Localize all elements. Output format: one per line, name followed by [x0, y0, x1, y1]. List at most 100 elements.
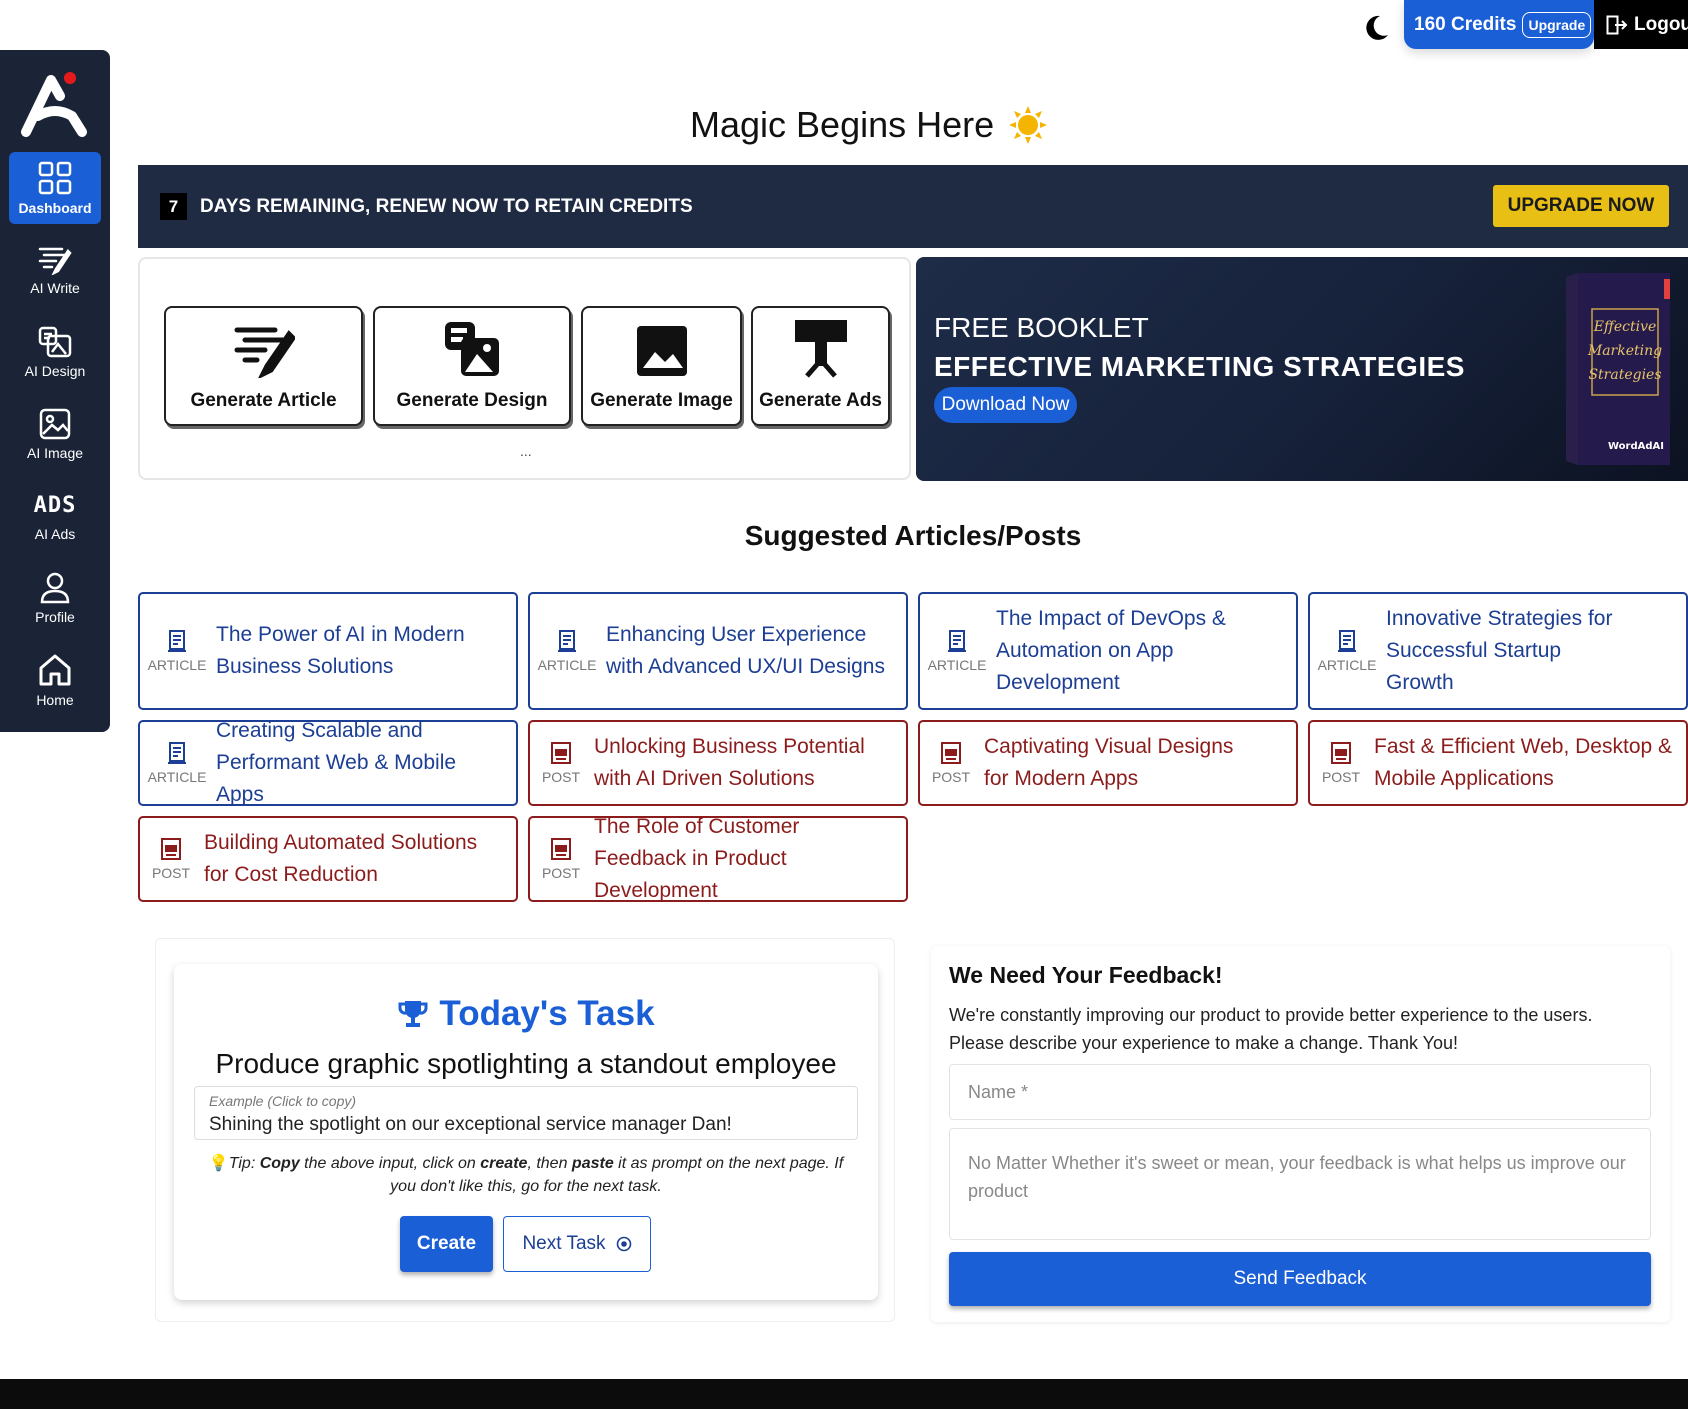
generate-article-button[interactable]: Generate Article	[164, 306, 363, 426]
sidebar-item-ai-write[interactable]: AI Write	[9, 234, 101, 306]
tip-prefix: Tip:	[228, 1155, 260, 1172]
document-icon	[166, 741, 188, 765]
generate-ads-button[interactable]: Generate Ads	[751, 306, 890, 426]
billboard-icon	[793, 318, 849, 378]
post-icon	[1330, 741, 1352, 765]
card-title: The Role of Customer Feedback in Product…	[594, 815, 800, 902]
sidebar-item-label: AI Write	[30, 279, 80, 296]
today-task-card: Today's Task Produce graphic spotlightin…	[174, 964, 878, 1300]
task-title: Today's Task	[174, 994, 878, 1034]
post-card[interactable]: POST The Role of Customer Feedback in Pr…	[528, 815, 908, 902]
lightbulb-icon: 💡	[208, 1155, 229, 1172]
generate-image-button[interactable]: Generate Image	[581, 306, 742, 426]
page-title-text: Magic Begins Here	[690, 104, 995, 145]
card-title: Captivating Visual Designs for Modern Ap…	[984, 735, 1234, 790]
upgrade-now-button[interactable]: UPGRADE NOW	[1493, 185, 1669, 227]
example-text[interactable]: Shining the spotlight on our exceptional…	[209, 1114, 732, 1136]
next-task-label: Next Task	[522, 1233, 606, 1254]
sidebar-item-ai-design[interactable]: AI Design	[9, 316, 101, 388]
card-type-label: ARTICLE	[1317, 657, 1377, 673]
example-prompt-box[interactable]: Example (Click to copy) Shining the spot…	[194, 1086, 858, 1140]
generate-button-label: Generate Ads	[759, 390, 882, 411]
image-icon	[635, 324, 689, 378]
tip-text: , then	[527, 1155, 572, 1172]
write-icon	[38, 245, 72, 275]
card-type-label: ARTICLE	[147, 657, 207, 673]
app-logo[interactable]	[20, 70, 90, 138]
card-title: Enhancing User Experience with Advanced …	[606, 623, 885, 678]
article-card[interactable]: ARTICLE Creating Scalable and Performant…	[138, 719, 518, 806]
tip-copy: Copy	[259, 1155, 300, 1172]
card-type-label: POST	[931, 769, 971, 785]
card-type-label: ARTICLE	[537, 657, 597, 673]
card-type: POST	[928, 741, 974, 785]
design-icon	[38, 326, 72, 358]
card-type: ARTICLE	[928, 629, 986, 673]
sidebar-item-label: Dashboard	[18, 199, 92, 216]
feedback-textarea[interactable]	[949, 1128, 1651, 1240]
card-title: Unlocking Business Potential with AI Dri…	[594, 735, 865, 790]
generate-tools-panel: Generate Article Generate Design Generat…	[138, 257, 911, 480]
card-type: ARTICLE	[1318, 629, 1376, 673]
card-type-label: ARTICLE	[147, 769, 207, 785]
card-title: Creating Scalable and Performant Web & M…	[216, 719, 457, 806]
suggested-title: Suggested Articles/Posts	[744, 520, 1082, 551]
sidebar-item-label: AI Image	[26, 444, 84, 461]
image-icon	[39, 408, 71, 440]
document-icon	[166, 629, 188, 653]
task-description: Produce graphic spotlighting a standout …	[215, 1048, 837, 1079]
card-title: The Impact of DevOps & Automation on App…	[996, 607, 1226, 694]
upgrade-button[interactable]: Upgrade	[1522, 11, 1592, 38]
cover-brand: WordAdAI	[1608, 441, 1664, 452]
post-card[interactable]: POST Building Automated Solutions for Co…	[138, 816, 518, 902]
send-feedback-button[interactable]: Send Feedback	[949, 1252, 1651, 1306]
download-now-button[interactable]: Download Now	[934, 387, 1077, 423]
card-type-label: POST	[1321, 769, 1361, 785]
trophy-icon	[397, 998, 429, 1030]
bottom-bar	[0, 1379, 1688, 1409]
more-indicator[interactable]: ...	[520, 443, 532, 459]
card-type-label: POST	[151, 865, 191, 881]
next-task-button[interactable]: Next Task	[503, 1216, 651, 1272]
logout-icon	[1606, 15, 1628, 35]
dark-mode-toggle-icon[interactable]	[1362, 13, 1390, 43]
tip-paste: paste	[571, 1155, 614, 1172]
booklet-title: EFFECTIVE MARKETING STRATEGIES	[934, 351, 1465, 382]
cover-line: Marketing	[1587, 343, 1662, 359]
booklet-kicker: FREE BOOKLET	[934, 312, 1149, 343]
generate-button-label: Generate Image	[590, 390, 733, 411]
sidebar: Dashboard AI Write AI Design AI Image AD…	[0, 50, 110, 732]
article-card[interactable]: ARTICLE The Power of AI in Modern Busine…	[138, 592, 518, 710]
card-title: Building Automated Solutions for Cost Re…	[204, 831, 478, 886]
sidebar-item-label: Home	[36, 691, 74, 708]
example-label: Example (Click to copy)	[209, 1093, 357, 1109]
page-title: Magic Begins Here	[690, 104, 1048, 146]
sun-icon	[1008, 105, 1048, 145]
sidebar-item-dashboard[interactable]: Dashboard	[9, 152, 101, 224]
card-type: POST	[538, 741, 584, 785]
credits-count: 160 Credits	[1414, 13, 1517, 35]
post-icon	[940, 741, 962, 765]
article-card[interactable]: ARTICLE The Impact of DevOps & Automatio…	[918, 592, 1298, 710]
logout-button[interactable]: Logou	[1594, 0, 1688, 49]
sidebar-item-ai-image[interactable]: AI Image	[9, 398, 101, 470]
article-card[interactable]: ARTICLE Enhancing User Experience with A…	[528, 592, 908, 710]
sidebar-item-home[interactable]: Home	[9, 644, 101, 716]
post-card[interactable]: POST Captivating Visual Designs for Mode…	[918, 720, 1298, 806]
card-type: POST	[538, 837, 584, 881]
booklet-cover-image: Effective Marketing Strategies WordAdAI	[1556, 269, 1674, 469]
sidebar-item-profile[interactable]: Profile	[9, 562, 101, 634]
card-type: ARTICLE	[148, 629, 206, 673]
tip-create: create	[480, 1155, 528, 1172]
post-card[interactable]: POST Fast & Efficient Web, Desktop & Mob…	[1308, 720, 1688, 806]
create-button[interactable]: Create	[400, 1216, 493, 1272]
card-title: Innovative Strategies for Successful Sta…	[1386, 607, 1613, 694]
user-icon	[40, 572, 70, 604]
name-input[interactable]	[949, 1064, 1651, 1120]
generate-design-button[interactable]: Generate Design	[373, 306, 571, 426]
document-icon	[556, 629, 578, 653]
sidebar-item-label: Profile	[35, 608, 75, 625]
post-card[interactable]: POST Unlocking Business Potential with A…	[528, 720, 908, 806]
feedback-title: We Need Your Feedback!	[949, 962, 1223, 988]
article-card[interactable]: ARTICLE Innovative Strategies for Succes…	[1308, 592, 1688, 710]
